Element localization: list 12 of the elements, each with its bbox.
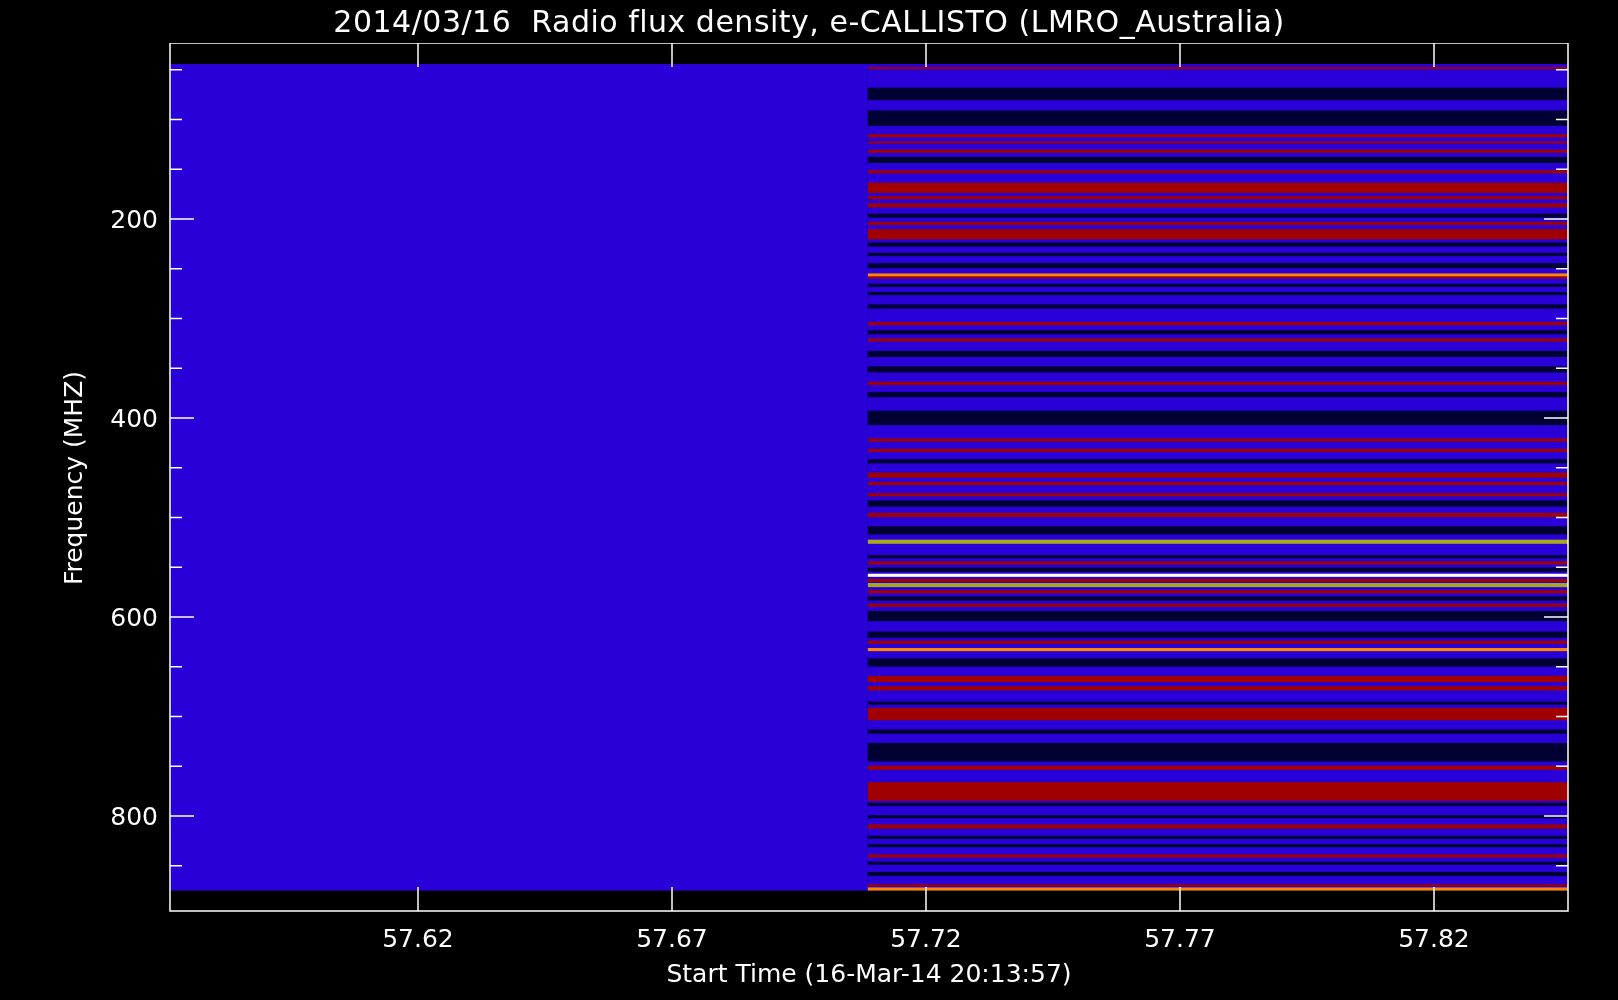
x-tick-label: 57.77 xyxy=(1144,924,1216,953)
x-axis-label: Start Time (16-Mar-14 20:13:57) xyxy=(666,959,1072,988)
y-tick-label: 200 xyxy=(110,205,158,234)
y-axis-label: Frequency (MHZ) xyxy=(59,370,88,586)
y-tick-label: 800 xyxy=(110,802,158,831)
chart-title: 2014/03/16 Radio flux density, e-CALLISTO (LMRO_Australia) xyxy=(332,3,1286,41)
y-tick-label: 600 xyxy=(110,603,158,632)
x-tick-label: 57.67 xyxy=(636,924,708,953)
x-tick-label: 57.62 xyxy=(382,924,454,953)
y-tick-label: 400 xyxy=(110,404,158,433)
x-tick-label: 57.82 xyxy=(1398,924,1470,953)
x-tick-label: 57.72 xyxy=(890,924,962,953)
